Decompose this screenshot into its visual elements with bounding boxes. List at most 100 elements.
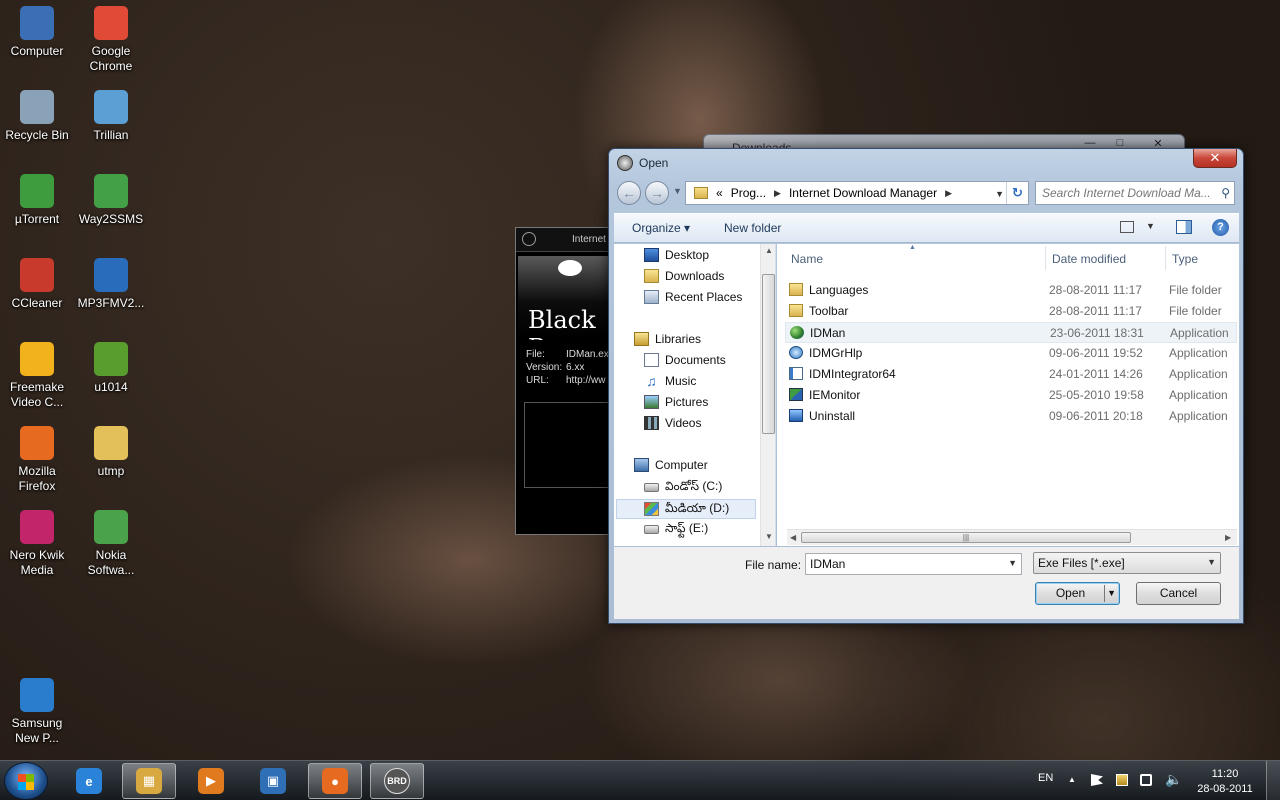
- taskbar-internet-explorer[interactable]: e: [62, 763, 116, 799]
- file-name-label: File name:: [745, 558, 802, 572]
- breadcrumb-prog[interactable]: Prog...: [731, 186, 766, 200]
- file-row[interactable]: Languages 28-08-2011 11:17 File folder: [785, 280, 1237, 301]
- show-hidden-icons[interactable]: ▲: [1068, 775, 1076, 784]
- desktop-icon-ccleaner[interactable]: CCleaner: [0, 258, 75, 311]
- nav-scrollbar[interactable]: ▲ ▼: [760, 244, 775, 546]
- open-dialog[interactable]: Open ✕ ← → ▼ « Prog... ▶ Internet Downlo…: [608, 148, 1244, 624]
- forward-button[interactable]: →: [645, 181, 669, 205]
- organize-button[interactable]: Organize ▾: [632, 221, 690, 235]
- taskbar-windows-explorer[interactable]: ▦: [122, 763, 176, 799]
- new-folder-button[interactable]: New folder: [724, 221, 781, 235]
- taskbar-media-player[interactable]: ▶: [184, 763, 238, 799]
- file-name: IDMGrHlp: [809, 346, 863, 360]
- preview-pane-icon[interactable]: [1176, 220, 1192, 234]
- file-row[interactable]: IEMonitor 25-05-2010 19:58 Application: [785, 385, 1237, 406]
- nav-computer[interactable]: Computer: [634, 458, 708, 472]
- desktop-icon-nero[interactable]: Nero Kwik Media: [0, 510, 75, 578]
- desktop-icon-mp3fmv[interactable]: MP3FMV2...: [73, 258, 149, 311]
- recent-locations-dropdown[interactable]: ▼: [673, 186, 682, 196]
- column-header-name[interactable]: Name: [791, 252, 823, 266]
- desktop-icon-label: utmp: [97, 464, 125, 478]
- hscroll-thumb[interactable]: |||: [801, 532, 1131, 543]
- desktop-icon-freemake[interactable]: Freemake Video C...: [0, 342, 75, 410]
- nav-downloads[interactable]: Downloads: [644, 269, 724, 283]
- desktop-icon-u1014[interactable]: u1014: [73, 342, 149, 395]
- nav-drive-c[interactable]: విండోస్ (C:): [644, 479, 722, 496]
- scroll-left-icon[interactable]: ◀: [790, 533, 796, 542]
- scroll-up-icon[interactable]: ▲: [765, 246, 773, 255]
- file-name-input[interactable]: IDMan ▼: [805, 553, 1022, 575]
- desktop-icon-recycle-bin[interactable]: Recycle Bin: [0, 90, 75, 143]
- file-row[interactable]: Uninstall 09-06-2011 20:18 Application: [785, 406, 1237, 427]
- taskbar-brd-app[interactable]: BRD: [370, 763, 424, 799]
- close-button[interactable]: ✕: [1193, 149, 1237, 168]
- idm-about-window[interactable]: Internet Black R File: IDMan.ex Version:6…: [515, 227, 615, 535]
- file-type-select[interactable]: Exe Files [*.exe] ▼: [1033, 552, 1221, 574]
- nav-recent-places[interactable]: Recent Places: [644, 290, 742, 304]
- chevron-down-icon[interactable]: ▼: [1008, 558, 1017, 568]
- nav-drive-d[interactable]: మీడియా (D:): [616, 499, 756, 519]
- address-dropdown[interactable]: ▼: [995, 189, 1004, 199]
- volume-icon[interactable]: 🔈: [1165, 771, 1182, 788]
- search-icon[interactable]: ⚲: [1221, 186, 1230, 200]
- file-type: Application: [1169, 409, 1228, 423]
- column-divider[interactable]: [1045, 246, 1046, 270]
- file-date: 09-06-2011 19:52: [1049, 346, 1143, 360]
- desktop-icon-folder[interactable]: utmp: [73, 426, 149, 479]
- desktop-icon-chrome[interactable]: Google Chrome: [73, 6, 149, 74]
- show-desktop-button[interactable]: [1266, 761, 1280, 800]
- search-input[interactable]: Search Internet Download Ma... ⚲: [1035, 181, 1235, 205]
- nav-documents[interactable]: Documents: [644, 353, 726, 367]
- open-button[interactable]: Open ▼: [1035, 582, 1120, 605]
- action-center-flag-icon[interactable]: [1091, 774, 1103, 786]
- breadcrumb-idm[interactable]: Internet Download Manager: [789, 186, 937, 200]
- taskbar-tile-app[interactable]: ▣: [246, 763, 300, 799]
- address-overflow[interactable]: «: [716, 186, 723, 200]
- music-icon: ♫: [646, 373, 657, 389]
- open-options-dropdown[interactable]: ▼: [1107, 583, 1116, 604]
- refresh-icon[interactable]: ↻: [1006, 182, 1028, 204]
- desktop-icon-way2sms[interactable]: Way2SSMS: [73, 174, 149, 227]
- chevron-down-icon[interactable]: ▼: [1207, 557, 1216, 567]
- nav-music[interactable]: ♫ Music: [644, 374, 696, 388]
- back-button[interactable]: ←: [617, 181, 641, 205]
- desktop-icon-nokia[interactable]: Nokia Softwa...: [73, 510, 149, 578]
- desktop-icon-firefox[interactable]: Mozilla Firefox: [0, 426, 75, 494]
- file-row[interactable]: IDMIntegrator64 24-01-2011 14:26 Applicati…: [785, 364, 1237, 385]
- nav-drive-c-label: విండోస్ (C:): [665, 479, 723, 493]
- column-header-type[interactable]: Type: [1172, 252, 1198, 266]
- file-row[interactable]: IDMGrHlp 09-06-2011 19:52 Application: [785, 343, 1237, 364]
- column-divider[interactable]: [1165, 246, 1166, 270]
- language-indicator[interactable]: EN: [1038, 772, 1053, 784]
- start-button[interactable]: [4, 762, 48, 800]
- desktop-icon-utorrent[interactable]: µTorrent: [0, 174, 75, 227]
- help-icon[interactable]: ?: [1212, 219, 1229, 236]
- moon-icon: [558, 260, 582, 276]
- cancel-button[interactable]: Cancel: [1136, 582, 1221, 605]
- file-row[interactable]: IDMan 23-06-2011 18:31 Application: [785, 322, 1237, 343]
- desktop-icon-trillian[interactable]: Trillian: [73, 90, 149, 143]
- nav-scroll-thumb[interactable]: [762, 274, 775, 434]
- taskbar-firefox[interactable]: ●: [308, 763, 362, 799]
- nav-drive-e[interactable]: సాఫ్ట్ (E:): [644, 521, 708, 538]
- tray-app-icon[interactable]: [1116, 774, 1128, 786]
- documents-icon: [644, 353, 659, 367]
- power-icon[interactable]: [1140, 774, 1152, 786]
- nav-libraries[interactable]: Libraries: [634, 332, 701, 346]
- address-bar[interactable]: « Prog... ▶ Internet Download Manager ▶ …: [685, 181, 1029, 205]
- scroll-right-icon[interactable]: ▶: [1225, 533, 1231, 542]
- file-list-hscrollbar[interactable]: ◀ ||| ▶: [787, 529, 1237, 545]
- desktop-icon-samsung[interactable]: Samsung New P...: [0, 678, 75, 746]
- system-clock[interactable]: 11:20 28-08-2011: [1193, 767, 1257, 797]
- view-options-dropdown[interactable]: ▼: [1146, 221, 1155, 231]
- column-header-date[interactable]: Date modified: [1052, 252, 1126, 266]
- nav-desktop[interactable]: Desktop: [644, 248, 709, 262]
- chevron-right-icon[interactable]: ▶: [774, 188, 781, 199]
- chevron-right-icon[interactable]: ▶: [945, 188, 952, 199]
- scroll-down-icon[interactable]: ▼: [765, 532, 773, 541]
- file-row[interactable]: Toolbar 28-08-2011 11:17 File folder: [785, 301, 1237, 322]
- nav-videos[interactable]: Videos: [644, 416, 701, 430]
- desktop-icon-computer[interactable]: Computer: [0, 6, 75, 59]
- change-view-icon[interactable]: [1120, 221, 1134, 233]
- nav-pictures[interactable]: Pictures: [644, 395, 708, 409]
